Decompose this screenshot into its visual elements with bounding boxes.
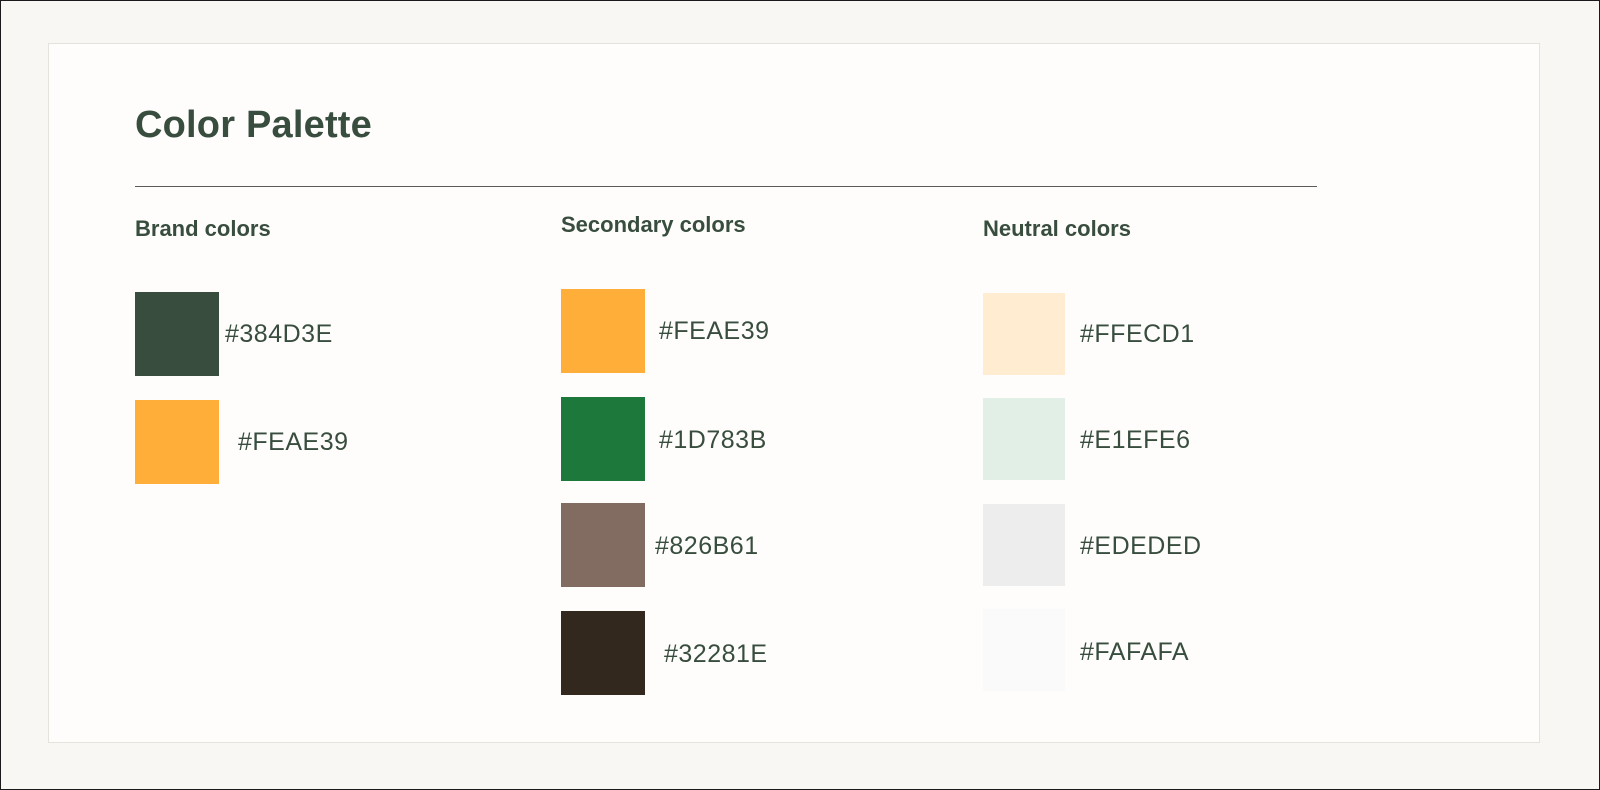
brand-swatch <box>135 400 219 484</box>
page-title: Color Palette <box>135 104 372 146</box>
brand-hex-label: #384D3E <box>225 320 333 348</box>
palette-card: Color Palette Brand colors #384D3E #FEAE… <box>48 43 1540 743</box>
neutral-hex-label: #E1EFE6 <box>1080 426 1191 454</box>
brand-swatch <box>135 292 219 376</box>
neutral-hex-label: #EDEDED <box>1080 532 1202 560</box>
secondary-swatch <box>561 289 645 373</box>
secondary-swatch <box>561 503 645 587</box>
neutral-hex-label: #FAFAFA <box>1080 638 1190 666</box>
neutral-swatch <box>983 504 1065 586</box>
secondary-hex-label: #32281E <box>664 640 768 668</box>
neutral-swatch <box>983 609 1065 691</box>
secondary-colors-heading: Secondary colors <box>561 212 746 237</box>
brand-hex-label: #FEAE39 <box>238 428 349 456</box>
neutral-swatch <box>983 398 1065 480</box>
secondary-swatch <box>561 611 645 695</box>
secondary-swatch <box>561 397 645 481</box>
neutral-hex-label: #FFECD1 <box>1080 320 1195 348</box>
neutral-colors-heading: Neutral colors <box>983 216 1131 241</box>
secondary-hex-label: #1D783B <box>659 426 767 454</box>
secondary-hex-label: #826B61 <box>655 532 759 560</box>
neutral-swatch <box>983 293 1065 375</box>
title-divider <box>135 186 1317 187</box>
brand-colors-heading: Brand colors <box>135 216 271 241</box>
secondary-hex-label: #FEAE39 <box>659 317 770 345</box>
